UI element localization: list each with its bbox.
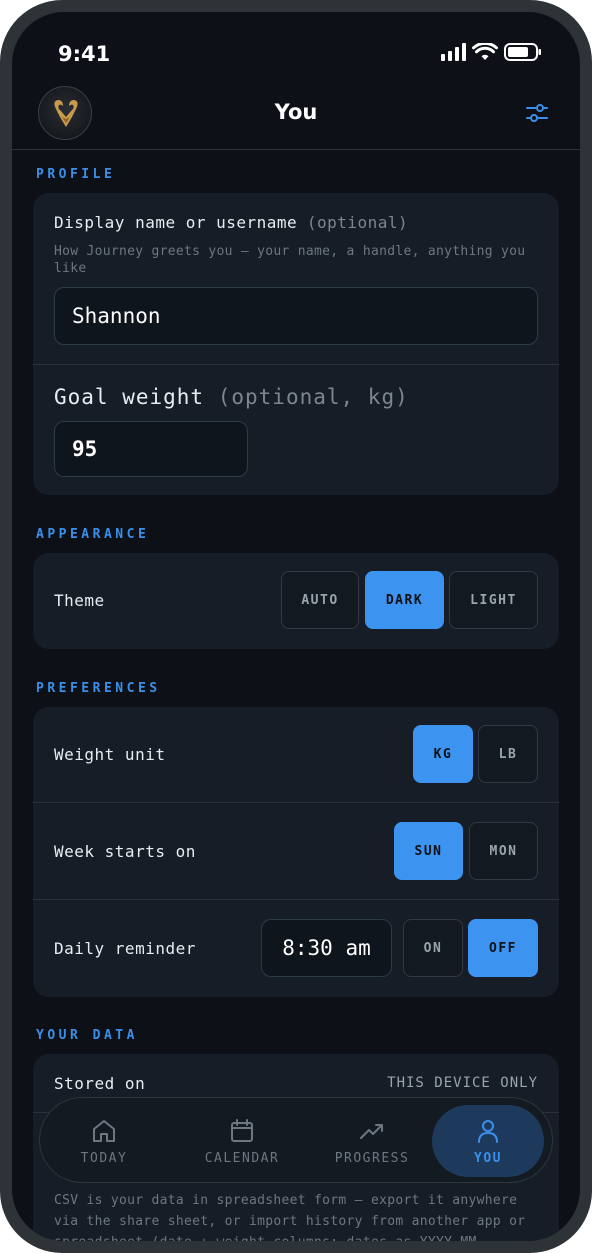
trend-icon	[360, 1123, 383, 1139]
goal-weight-optional: (optional, kg)	[217, 385, 409, 409]
profile-section-label: PROFILE	[36, 167, 116, 182]
bottom-nav: TODAY CALENDAR PROGRESS YOU	[39, 1097, 553, 1183]
stored-on-label: Stored on	[54, 1074, 146, 1093]
appearance-section-label: APPEARANCE	[36, 527, 150, 542]
week-start-sun-button[interactable]: SUN	[394, 822, 463, 880]
display-name-value: Shannon	[72, 304, 161, 328]
theme-dark-button[interactable]: DARK	[365, 571, 444, 629]
display-name-label-row: Display name or username (optional)	[54, 213, 408, 232]
theme-light-button[interactable]: LIGHT	[449, 571, 538, 629]
status-time: 9:41	[58, 42, 111, 66]
reminder-label: Daily reminder	[54, 939, 196, 958]
wifi-icon	[472, 43, 498, 60]
reminder-off-button[interactable]: OFF	[468, 919, 538, 977]
stored-on-value: THIS DEVICE ONLY	[387, 1075, 538, 1091]
nav-today-label: TODAY	[80, 1150, 128, 1166]
weight-unit-kg-button[interactable]: KG	[413, 725, 473, 783]
status-icons	[441, 43, 542, 61]
battery-icon	[504, 43, 541, 61]
week-start-label: Week starts on	[54, 842, 196, 861]
your-data-section-label: YOUR DATA	[36, 1028, 138, 1043]
display-name-helper: How Journey greets you — your name, a ha…	[54, 244, 526, 276]
theme-label: Theme	[54, 591, 105, 610]
preferences-card: Weight unit KG LB Week starts on SUN MON…	[33, 707, 559, 997]
goal-weight-value: 95	[72, 437, 98, 461]
person-icon	[478, 1119, 498, 1143]
csv-helper-text: CSV is your data in spreadsheet form — e…	[54, 1193, 526, 1241]
phone-frame: 9:41 You PROFILE Display name or usernam…	[0, 0, 592, 1253]
header: You	[12, 82, 580, 150]
nav-today[interactable]: TODAY	[56, 1098, 152, 1184]
sliders-icon	[526, 104, 548, 122]
nav-you[interactable]: YOU	[432, 1105, 544, 1177]
home-icon	[93, 1119, 115, 1142]
screen: 9:41 You PROFILE Display name or usernam…	[12, 12, 580, 1241]
profile-divider	[33, 364, 559, 365]
display-name-label: Display name or username	[54, 213, 298, 232]
goal-weight-field[interactable]: 95	[54, 421, 248, 477]
calendar-icon	[231, 1118, 253, 1142]
preferences-divider-2	[33, 899, 559, 900]
nav-calendar-label: CALENDAR	[204, 1150, 280, 1166]
cellular-signal-icon	[441, 43, 466, 61]
profile-card: Display name or username (optional) How …	[33, 193, 559, 495]
display-name-optional: (optional)	[306, 213, 409, 232]
goal-weight-label: Goal weight	[54, 385, 205, 409]
theme-auto-button[interactable]: AUTO	[281, 571, 359, 629]
appearance-card: Theme AUTO DARK LIGHT	[33, 553, 559, 649]
week-start-mon-button[interactable]: MON	[469, 822, 538, 880]
weight-unit-lb-button[interactable]: LB	[478, 725, 538, 783]
reminder-on-button[interactable]: ON	[403, 919, 463, 977]
reminder-time-field[interactable]: 8:30 am	[261, 919, 392, 977]
nav-progress-label: PROGRESS	[334, 1150, 410, 1166]
weight-unit-label: Weight unit	[54, 745, 166, 764]
nav-calendar[interactable]: CALENDAR	[182, 1098, 302, 1184]
page-title: You	[274, 100, 318, 124]
reminder-time-value: 8:30 am	[282, 936, 371, 960]
goal-weight-label-row: Goal weight (optional, kg)	[54, 385, 409, 409]
preferences-section-label: PREFERENCES	[36, 681, 161, 696]
nav-progress[interactable]: PROGRESS	[312, 1098, 432, 1184]
settings-button[interactable]	[524, 100, 550, 126]
preferences-divider-1	[33, 802, 559, 803]
nav-you-label: YOU	[474, 1150, 502, 1166]
display-name-field[interactable]: Shannon	[54, 287, 538, 345]
